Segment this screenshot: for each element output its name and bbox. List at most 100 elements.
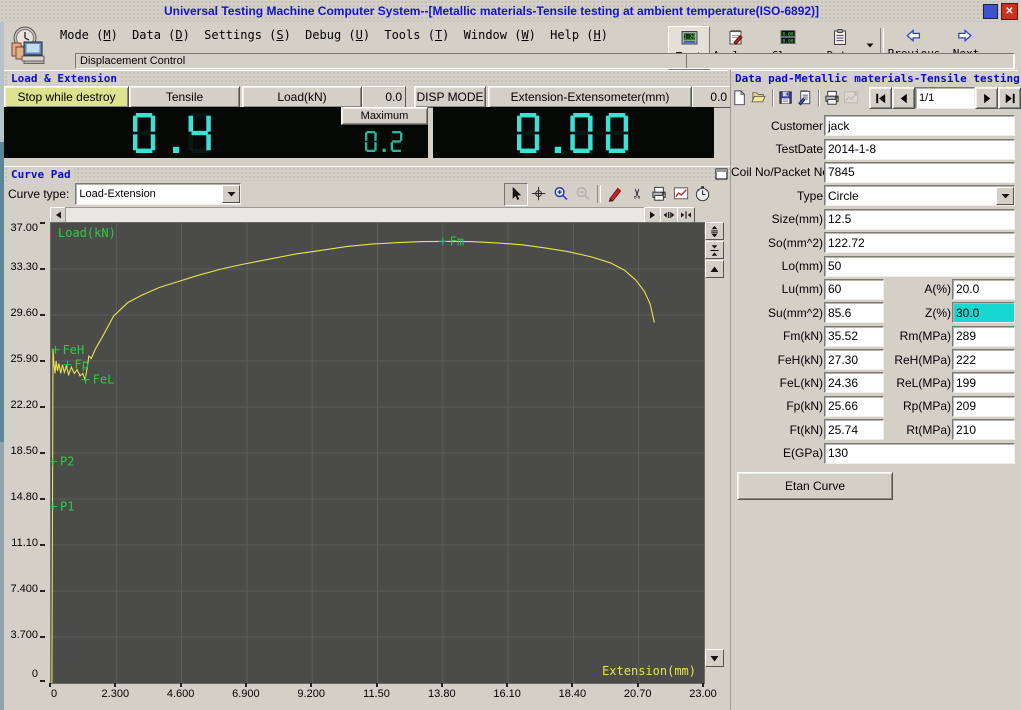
curve-type-select[interactable]: Load-Extension [75,183,241,205]
lu-mm--input[interactable]: 60 [824,279,884,300]
disp-mode-button[interactable]: DISP MODE [414,86,486,108]
chevron-down-icon[interactable] [222,185,240,203]
chevron-down-icon[interactable] [996,187,1014,205]
y-tick-label: 14.80 [10,491,38,503]
menu-item-window[interactable]: Window (W) [460,27,540,43]
v-compress-icon[interactable] [705,241,724,259]
h-compress-icon[interactable] [677,207,695,223]
app-logo-icon [8,25,50,65]
rm-mpa--input[interactable]: 289 [952,326,1015,347]
rp-mpa--input[interactable]: 209 [952,396,1015,417]
h-expand-icon[interactable] [660,207,678,223]
type-input[interactable]: Circle [824,185,1015,206]
rt-mpa--input[interactable]: 210 [952,419,1015,440]
open-file-icon[interactable] [750,88,769,109]
pen-icon[interactable] [604,184,626,205]
size-mm--input[interactable]: 12.5 [824,209,1015,230]
svg-text:Load(kN): Load(kN) [58,226,116,240]
chart-wizard-icon [842,88,861,109]
data-icon [829,28,851,48]
crosshair-icon[interactable] [528,184,550,205]
curve-type-label: Curve type: [8,187,69,201]
scroll-right-icon[interactable] [644,207,661,223]
close-button[interactable]: ✕ [1001,3,1018,20]
curve-pad-restore-icon[interactable] [715,168,728,180]
data-pad-title: Data pad-Metallic materials-Tensile test… [735,72,1021,85]
zoom-in-icon[interactable] [550,184,572,205]
field-label: Su(mm^2) [731,306,824,320]
print-icon[interactable] [648,184,670,205]
fp-kn--input[interactable]: 25.66 [824,396,884,417]
field-label: ReH(MPa) [884,353,952,367]
save-icon[interactable] [777,88,796,109]
y-tick-mark [40,680,45,682]
minimize-button[interactable] [983,4,998,19]
clock-icon[interactable] [692,184,714,205]
x-tick-mark [49,683,51,687]
rel-mpa--input[interactable]: 199 [952,372,1015,393]
x-tick-label: 0 [51,688,57,700]
su-mm-2--input[interactable]: 85.6 [824,302,884,323]
testdate-input[interactable]: 2014-1-8 [824,139,1015,160]
nav-first-icon[interactable] [869,87,892,109]
print-icon[interactable] [823,88,842,109]
curve-pad-title: Curve Pad [8,168,74,181]
reh-mpa--input[interactable]: 222 [952,349,1015,370]
hscroll-track[interactable] [65,207,645,223]
customer-input[interactable]: jack [824,115,1015,136]
y-tick-mark [40,590,45,592]
curve-tools: ✂ [504,183,714,205]
a--input[interactable]: 20.0 [952,279,1015,300]
svg-text:Fm: Fm [450,234,464,248]
next-icon [956,28,976,46]
form-row: Fm(kN)35.52Rm(MPa)289 [731,325,1018,348]
x-tick-label: 2.300 [102,688,130,700]
form-row: E(GPa)130 [731,441,1018,464]
svg-text:Extension(mm): Extension(mm) [602,664,696,678]
coil-no-packet-no-input[interactable]: 7845 [824,162,1015,183]
feh-kn--input[interactable]: 27.30 [824,349,884,370]
chart-icon[interactable] [670,184,692,205]
chart-vscrollbar [705,222,724,682]
scissors-icon[interactable]: ✂ [626,184,648,205]
load-extension-plot[interactable]: Load(kN)Extension(mm)FeHFpFeLFmP2P1 [50,222,705,684]
y-tick-label: 37.00 [10,222,38,234]
scroll-down-icon[interactable] [705,649,724,667]
svg-text:✂: ✂ [629,187,644,198]
form-row: Size(mm)12.5 [731,208,1018,231]
y-tick-mark [40,314,45,316]
test-type-button[interactable]: Tensile [129,86,240,108]
ft-kn--input[interactable]: 25.74 [824,419,884,440]
cursor-icon[interactable] [504,183,528,206]
stop-while-destroy-button[interactable]: Stop while destroy [4,86,129,108]
menu-item-data[interactable]: Data (D) [128,27,194,43]
svg-text:1:20: 1:20 [684,35,696,41]
z--input[interactable]: 30.0 [952,302,1015,323]
nav-last-icon[interactable] [998,87,1021,109]
menu-item-mode[interactable]: Mode (M) [56,27,122,43]
x-tick-mark [114,683,116,687]
chart-hscrollbar[interactable] [4,207,728,222]
fm-kn--input[interactable]: 35.52 [824,326,884,347]
v-expand-icon[interactable] [705,222,724,240]
nav-prev-icon[interactable] [892,87,915,109]
e-gpa--input[interactable]: 130 [824,443,1015,464]
analyse-icon [725,28,747,48]
load-small-value: 0.0 [362,86,406,108]
scroll-up-icon[interactable] [705,260,724,278]
menu-item-settings[interactable]: Settings (S) [200,27,295,43]
field-label: So(mm^2) [731,236,824,250]
nav-next-icon[interactable] [975,87,998,109]
fel-kn--input[interactable]: 24.36 [824,372,884,393]
menu-item-help[interactable]: Help (H) [546,27,612,43]
form-row: Su(mm^2)85.6Z(%)30.0 [731,301,1018,324]
menu-item-debug[interactable]: Debug (U) [301,27,374,43]
tool-separator [597,185,601,203]
report-icon[interactable] [796,88,815,109]
extension-small-value: 0.0 [692,86,731,108]
etan-curve-button[interactable]: Etan Curve [737,472,893,500]
menu-item-tools[interactable]: Tools (T) [380,27,453,43]
so-mm-2--input[interactable]: 122.72 [824,232,1015,253]
lo-mm--input[interactable]: 50 [824,256,1015,277]
new-file-icon[interactable] [731,88,750,109]
